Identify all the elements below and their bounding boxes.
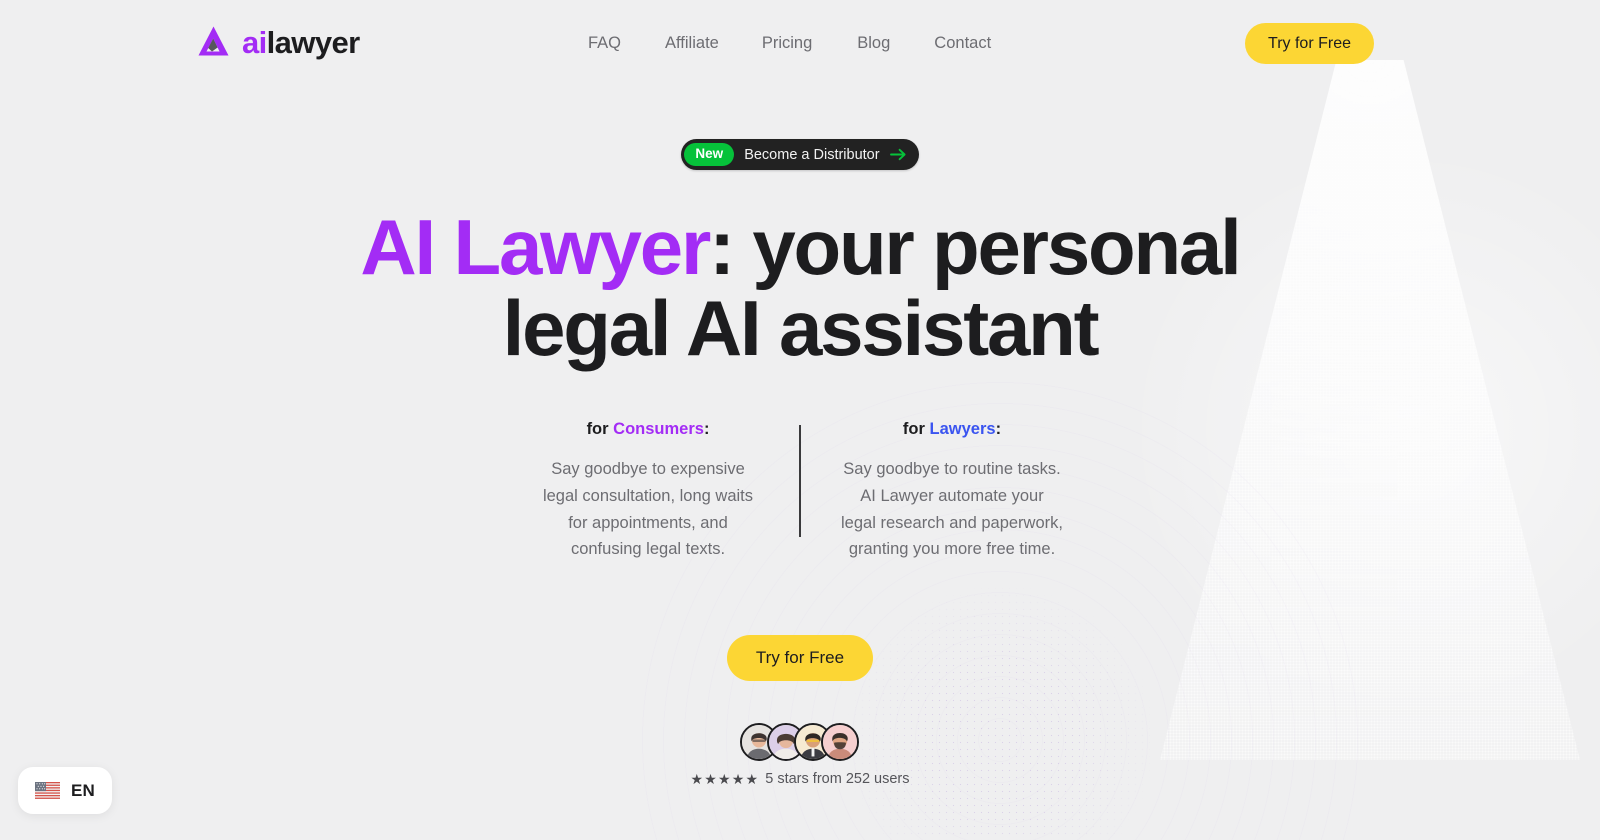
audience-suffix: : (995, 420, 1002, 439)
language-switcher[interactable]: EN (18, 767, 113, 814)
page-title-rest: : your personal (709, 203, 1242, 291)
avatar-group (740, 723, 860, 762)
page-title: AI Lawyer: your personal legal AI assist… (360, 206, 1241, 373)
audience-highlight-lawyers: Lawyers (929, 420, 996, 439)
announcement-label: Become a Distributor (744, 146, 880, 163)
audience-heading-lawyers: for Lawyers: (841, 420, 1063, 439)
page-title-line2: legal AI assistant (502, 284, 1100, 373)
rating-text: 5 stars from 252 users (765, 771, 910, 788)
landing-page: ailawyer FAQ Affiliate Pricing Blog Cont… (0, 0, 1600, 840)
audience-heading-consumers: for Consumers: (537, 420, 759, 439)
audience-body-consumers: Say goodbye to expensive legal consultat… (542, 460, 754, 559)
audience-column-lawyers: for Lawyers: Say goodbye to routine task… (833, 420, 1071, 563)
audience-divider (799, 425, 801, 538)
audience-prefix: for (586, 420, 614, 439)
audience-prefix: for (902, 420, 930, 439)
rating-row: ★★★★★ 5 stars from 252 users (690, 771, 909, 787)
audience-body-lawyers: Say goodbye to routine tasks. AI Lawyer … (841, 460, 1063, 559)
audience-suffix: : (703, 420, 710, 439)
audience-highlight-consumers: Consumers (613, 420, 704, 439)
flag-us-icon (35, 782, 60, 799)
social-proof: ★★★★★ 5 stars from 252 users (690, 723, 910, 787)
page-title-brand: AI Lawyer (360, 203, 711, 291)
hero-try-for-free-button[interactable]: Try for Free (726, 635, 874, 682)
language-code-label: EN (71, 780, 96, 800)
audience-columns: for Consumers: Say goodbye to expensive … (529, 420, 1071, 563)
announcement-banner[interactable]: New Become a Distributor (681, 139, 919, 170)
rating-stars-icon: ★★★★★ (690, 771, 760, 788)
announcement-new-tag: New (684, 143, 735, 166)
hero-section: New Become a Distributor AI Lawyer: your… (0, 0, 1600, 840)
arrow-right-icon (889, 148, 907, 161)
audience-column-consumers: for Consumers: Say goodbye to expensive … (529, 420, 767, 563)
avatar-user-4 (821, 723, 860, 762)
